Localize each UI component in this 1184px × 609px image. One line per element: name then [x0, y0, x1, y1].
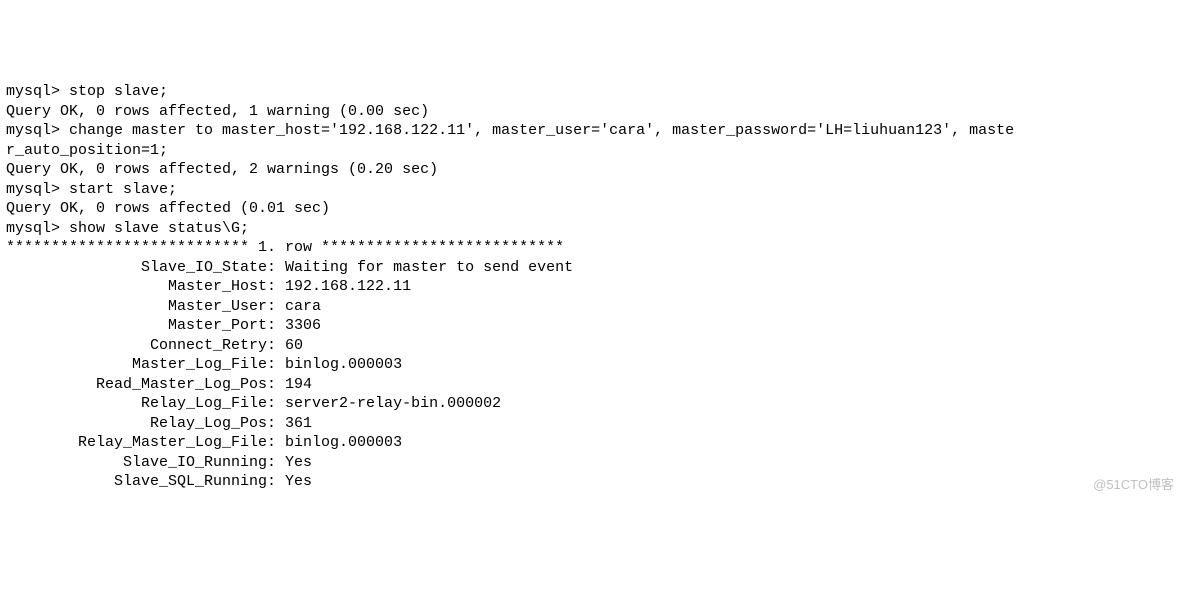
terminal-line: mysql> change master to master_host='192… — [6, 121, 1178, 141]
terminal-line: *************************** 1. row *****… — [6, 238, 1178, 258]
terminal-line: Connect_Retry: 60 — [6, 336, 1178, 356]
terminal-line: Master_Host: 192.168.122.11 — [6, 277, 1178, 297]
terminal-line: mysql> show slave status\G; — [6, 219, 1178, 239]
terminal-line: Slave_IO_State: Waiting for master to se… — [6, 258, 1178, 278]
terminal-line: Relay_Master_Log_File: binlog.000003 — [6, 433, 1178, 453]
terminal-line: Master_Port: 3306 — [6, 316, 1178, 336]
terminal-line: mysql> start slave; — [6, 180, 1178, 200]
terminal-line: Query OK, 0 rows affected (0.01 sec) — [6, 199, 1178, 219]
terminal-line: Slave_IO_Running: Yes — [6, 453, 1178, 473]
terminal-line: Read_Master_Log_Pos: 194 — [6, 375, 1178, 395]
terminal-line: Query OK, 0 rows affected, 1 warning (0.… — [6, 102, 1178, 122]
terminal-line: Slave_SQL_Running: Yes — [6, 472, 1178, 492]
terminal-line: Query OK, 0 rows affected, 2 warnings (0… — [6, 160, 1178, 180]
terminal-line: mysql> stop slave; — [6, 82, 1178, 102]
watermark-text: @51CTO博客 — [1093, 477, 1174, 494]
terminal-line: Relay_Log_File: server2-relay-bin.000002 — [6, 394, 1178, 414]
terminal-output: mysql> stop slave;Query OK, 0 rows affec… — [6, 82, 1178, 492]
terminal-line: Master_Log_File: binlog.000003 — [6, 355, 1178, 375]
terminal-line: r_auto_position=1; — [6, 141, 1178, 161]
terminal-line: Relay_Log_Pos: 361 — [6, 414, 1178, 434]
terminal-line: Master_User: cara — [6, 297, 1178, 317]
